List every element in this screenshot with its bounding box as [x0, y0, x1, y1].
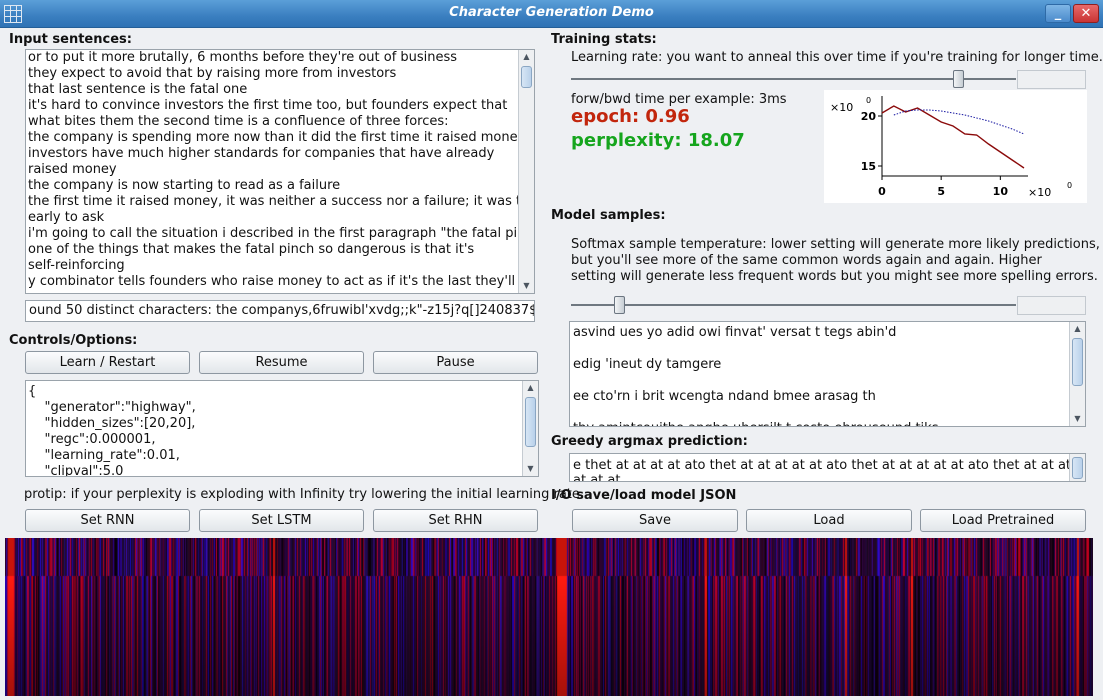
input-sentence-line: investors have much higher standards for… — [28, 146, 495, 161]
set-lstm-button[interactable]: Set LSTM — [199, 509, 364, 532]
scroll-down-icon[interactable]: ▼ — [519, 279, 534, 293]
protip-text: protip: if your perplexity is exploding … — [24, 487, 580, 502]
slider-knob[interactable] — [952, 70, 964, 88]
set-rnn-button[interactable]: Set RNN — [25, 509, 190, 532]
save-button[interactable]: Save — [572, 509, 738, 532]
temperature-text-line: setting will generate less frequent word… — [571, 269, 1098, 284]
input-sentence-line: y combinator tells founders who raise mo… — [28, 274, 516, 289]
greedy-line: at at at — [573, 473, 621, 482]
scroll-down-icon[interactable]: ▼ — [523, 462, 538, 476]
input-sentences-label: Input sentences: — [9, 32, 132, 47]
input-sentence-line: or to put it more brutally, 6 months bef… — [28, 50, 458, 65]
load-button[interactable]: Load — [746, 509, 912, 532]
close-button[interactable]: ✕ — [1073, 4, 1099, 23]
input-sentence-line: the company is spending more now than it… — [28, 130, 526, 145]
config-text: { "generator":"highway", "hidden_sizes":… — [28, 384, 196, 477]
sample-item: edig 'ineut dy tamgere — [573, 357, 722, 372]
x-axis-multiplier: ×10 — [1028, 186, 1051, 199]
learn-restart-button[interactable]: Learn / Restart — [25, 351, 190, 374]
sample-item: thy amintcouithe anghe uhersilt t costo … — [573, 421, 938, 426]
slider-knob[interactable] — [614, 296, 626, 314]
greedy-argmax-label: Greedy argmax prediction: — [551, 434, 748, 449]
input-sentence-line: they expect to avoid that by raising mor… — [28, 66, 397, 81]
input-sentence-line: that last sentence is the fatal one — [28, 82, 248, 97]
perplexity-chart-svg: ×10 0 ×10 0 0 5 10 20 15 — [830, 96, 1072, 199]
input-sentence-line: it's hard to convince investors the firs… — [28, 98, 508, 113]
learning-rate-text: Learning rate: you want to anneal this o… — [571, 50, 1103, 65]
set-rhn-button[interactable]: Set RHN — [373, 509, 538, 532]
controls-options-label: Controls/Options: — [9, 333, 138, 348]
input-scrollbar[interactable]: ▲ ▼ — [518, 50, 534, 293]
perplexity-text: perplexity: 18.07 — [571, 130, 745, 151]
input-sentence-line: one of the things that makes the fatal p… — [28, 242, 475, 257]
model-samples-label: Model samples: — [551, 208, 666, 223]
load-pretrained-button[interactable]: Load Pretrained — [920, 509, 1086, 532]
input-sentence-line: i'm going to call the situation i descri… — [28, 226, 535, 241]
scroll-thumb[interactable] — [521, 66, 532, 88]
model-samples-list[interactable]: asvind ues yo adid owi finvat' versat t … — [569, 321, 1086, 427]
input-sentence-line: early to ask — [28, 210, 105, 225]
activation-heatmap — [5, 538, 1093, 696]
greedy-prediction-field[interactable]: e thet at at at at ato thet at at at at … — [569, 453, 1086, 482]
input-sentence-line: the first time it raised money, it was n… — [28, 194, 535, 209]
input-sentence-line: what bites them the second time is a con… — [28, 114, 449, 129]
sample-item: ee cto'rn i brit wcengta ndand bmee aras… — [573, 389, 876, 404]
minimize-button[interactable]: _ — [1045, 4, 1071, 23]
learning-rate-slider[interactable] — [571, 69, 1016, 89]
x-tick-label: 10 — [993, 185, 1009, 198]
x-tick-label: 0 — [878, 185, 886, 198]
temperature-value-box — [1017, 296, 1086, 315]
temperature-text-line: Softmax sample temperature: lower settin… — [571, 237, 1100, 252]
scroll-thumb[interactable] — [1072, 338, 1083, 386]
series-line-0 — [881, 105, 1025, 169]
scroll-up-icon[interactable]: ▲ — [519, 50, 534, 64]
greedy-scrollbar[interactable] — [1069, 454, 1085, 481]
scroll-down-icon[interactable]: ▼ — [1070, 412, 1085, 426]
y-axis-exponent: 0 — [866, 96, 871, 105]
samples-text: asvind ues yo adid owi finvat' versat t … — [573, 325, 938, 426]
distinct-chars-field[interactable]: ound 50 distinct characters: the company… — [25, 300, 535, 322]
x-tick-label: 5 — [937, 185, 945, 198]
perplexity-chart: ×10 0 ×10 0 0 5 10 20 15 — [824, 90, 1087, 203]
sample-item: asvind ues yo adid owi finvat' versat t … — [573, 325, 897, 340]
temperature-text-line: but you'll see more of the same common w… — [571, 253, 1042, 268]
input-sentence-line: raised money — [28, 162, 117, 177]
title-bar: Character Generation Demo _ ✕ — [0, 0, 1103, 28]
x-axis-exponent: 0 — [1067, 181, 1072, 190]
pause-button[interactable]: Pause — [373, 351, 538, 374]
window-title: Character Generation Demo — [449, 5, 654, 20]
input-sentences-text: or to put it more brutally, 6 months bef… — [28, 50, 535, 290]
scroll-up-icon[interactable]: ▲ — [523, 381, 538, 395]
scroll-up-icon[interactable]: ▲ — [1070, 322, 1085, 336]
config-line: "hidden_sizes":[20,20], — [28, 416, 196, 431]
y-axis-multiplier: ×10 — [830, 101, 853, 114]
input-sentence-line: self-reinforcing — [28, 258, 125, 273]
io-label: I/O save/load model JSON — [551, 488, 737, 503]
config-line: { — [28, 384, 37, 399]
y-tick-label: 15 — [861, 160, 876, 173]
scroll-thumb[interactable] — [525, 397, 536, 447]
input-sentences-textarea[interactable]: or to put it more brutally, 6 months bef… — [25, 49, 535, 294]
epoch-text: epoch: 0.96 — [571, 106, 690, 127]
y-tick-label: 20 — [861, 110, 877, 123]
resume-button[interactable]: Resume — [199, 351, 364, 374]
temperature-slider[interactable] — [571, 295, 1016, 315]
learning-rate-value-box — [1017, 70, 1086, 89]
config-textarea[interactable]: { "generator":"highway", "hidden_sizes":… — [25, 380, 539, 477]
config-line: "generator":"highway", — [28, 400, 196, 415]
temperature-text: Softmax sample temperature: lower settin… — [571, 237, 1100, 285]
config-line: "learning_rate":0.01, — [28, 448, 180, 463]
config-line: "regc":0.000001, — [28, 432, 156, 447]
samples-scrollbar[interactable]: ▲ ▼ — [1069, 322, 1085, 426]
config-line: "clipval":5.0 — [28, 464, 124, 477]
greedy-line: e thet at at at at ato thet at at at at … — [573, 458, 1085, 473]
scroll-thumb[interactable] — [1072, 457, 1083, 479]
input-sentence-line: the company is now starting to read as a… — [28, 178, 341, 193]
greedy-prediction-text: e thet at at at at ato thet at at at at … — [573, 458, 1085, 482]
fwbw-time-text: forw/bwd time per example: 3ms — [571, 92, 787, 107]
training-stats-label: Training stats: — [551, 32, 657, 47]
config-scrollbar[interactable]: ▲ ▼ — [522, 381, 538, 476]
